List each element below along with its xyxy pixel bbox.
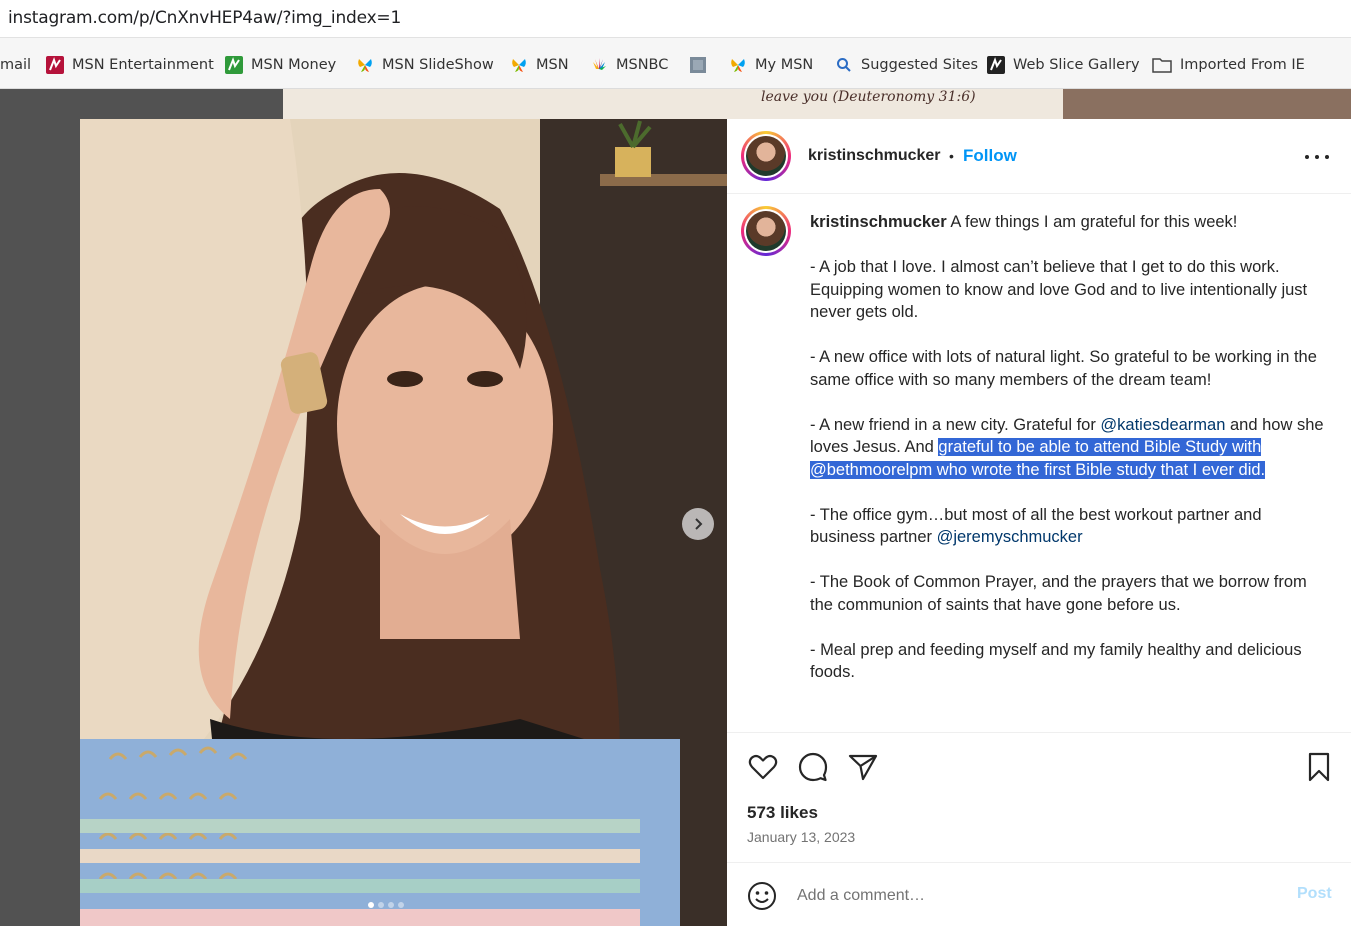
caption-avatar[interactable] [741,206,791,256]
post-header: kristinschmucker • Follow [727,119,1351,194]
caption-username[interactable]: kristinschmucker [810,213,947,231]
bookmark-label: mail [0,57,32,73]
follow-button[interactable]: Follow [963,146,1017,166]
folder-icon [1152,58,1172,73]
comment-input[interactable] [797,883,1267,909]
background-page-strip: leave you (Deuteronomy 31:6) [283,89,1063,119]
post-photo-illustration [80,119,727,926]
separator-dot: • [949,148,954,164]
caption-paragraph-2: - A new office with lots of natural ligh… [810,348,1317,389]
web-slice-icon [987,56,1005,74]
carousel-dot-active [368,902,374,908]
blank-page-icon [690,57,706,73]
more-options-button[interactable] [1305,145,1329,169]
caption-paragraph-6: - Meal prep and feeding myself and my fa… [810,640,1302,682]
bookmark-mail[interactable]: mail [0,54,31,76]
bookmark-msn-money[interactable]: MSN Money [225,54,336,76]
bookmark-label: MSN Entertainment [72,57,214,73]
post-side-panel: kristinschmucker • Follow kristinschmuck… [727,119,1351,926]
background-scripture-text: leave you (Deuteronomy 31:6) [761,89,976,105]
bookmark-label: Web Slice Gallery [1013,57,1140,73]
bookmark-label: My MSN [755,57,814,73]
msn-butterfly-icon [358,59,372,72]
bookmark-label: MSNBC [616,57,669,73]
caption-paragraph-5: - The Book of Common Prayer, and the pra… [810,573,1307,614]
msn-money-icon [225,56,243,74]
background-photo-strip [1063,89,1351,119]
more-icon-dot [1325,155,1329,159]
bookmark-label: MSN [536,57,569,73]
bookmark-msn[interactable]: MSN [510,54,569,76]
carousel-dot [388,902,394,908]
comment-icon[interactable] [797,751,829,783]
mention-link[interactable]: @jeremyschmucker [937,528,1083,546]
caption-paragraph-4: - The office gym…but most of all the bes… [810,504,1326,549]
caption-paragraph-1: - A job that I love. I almost can’t beli… [810,258,1308,321]
carousel-dot [378,902,384,908]
mention-link[interactable]: @katiesdearman [1100,416,1225,434]
post-caption: kristinschmucker A few things I am grate… [810,211,1326,706]
bookmark-msn-slideshow[interactable]: MSN SlideShow [356,54,494,76]
bookmarks-bar: mail MSN Entertainment MSN Money MSN Sli… [0,38,1351,89]
caption-text: - A new friend in a new city. Grateful f… [810,415,1101,434]
bookmark-imported-from-ie[interactable]: Imported From IE [1152,54,1305,76]
post-date[interactable]: January 13, 2023 [747,829,855,845]
url-text[interactable]: instagram.com/p/CnXnvHEP4aw/?img_index=1 [8,8,401,28]
header-username[interactable]: kristinschmucker [808,147,941,165]
bookmark-web-slice-gallery[interactable]: Web Slice Gallery [987,54,1140,76]
address-bar[interactable]: instagram.com/p/CnXnvHEP4aw/?img_index=1 [0,0,1351,38]
bookmark-label: Suggested Sites [861,57,979,73]
avatar[interactable] [741,131,791,181]
msn-butterfly-icon [512,59,526,72]
bookmark-label: MSN SlideShow [382,57,494,73]
bookmark-blank[interactable] [689,54,707,76]
post-image[interactable] [80,119,727,926]
bookmark-save-icon[interactable] [1303,751,1335,783]
search-icon [837,58,851,72]
more-icon-dot [1315,155,1319,159]
carousel-next-button[interactable] [682,508,714,540]
bookmark-suggested-sites[interactable]: Suggested Sites [835,54,978,76]
emoji-icon[interactable] [747,881,777,911]
caption-intro: A few things I am grateful for this week… [950,213,1238,231]
bookmark-msnbc[interactable]: MSNBC [590,54,668,76]
comment-bar: Post [727,862,1351,926]
bookmark-msn-entertainment[interactable]: MSN Entertainment [46,54,214,76]
post-comment-button[interactable]: Post [1297,885,1332,903]
heart-icon[interactable] [747,751,779,783]
nbc-peacock-icon [593,58,606,70]
share-icon[interactable] [847,751,879,783]
bookmark-label: MSN Money [251,57,337,73]
bookmark-my-msn[interactable]: My MSN [729,54,813,76]
likes-count[interactable]: 573 likes [747,803,818,823]
msn-entertainment-icon [46,56,64,74]
caption-paragraph-3: - A new friend in a new city. Grateful f… [810,414,1326,482]
post-actions: 573 likes January 13, 2023 [727,732,1351,862]
chevron-right-icon [695,518,703,530]
carousel-indicators [368,902,404,908]
carousel-dot [398,902,404,908]
more-icon-dot [1305,155,1309,159]
bookmark-label: Imported From IE [1180,57,1305,73]
msn-butterfly-icon [731,59,745,72]
